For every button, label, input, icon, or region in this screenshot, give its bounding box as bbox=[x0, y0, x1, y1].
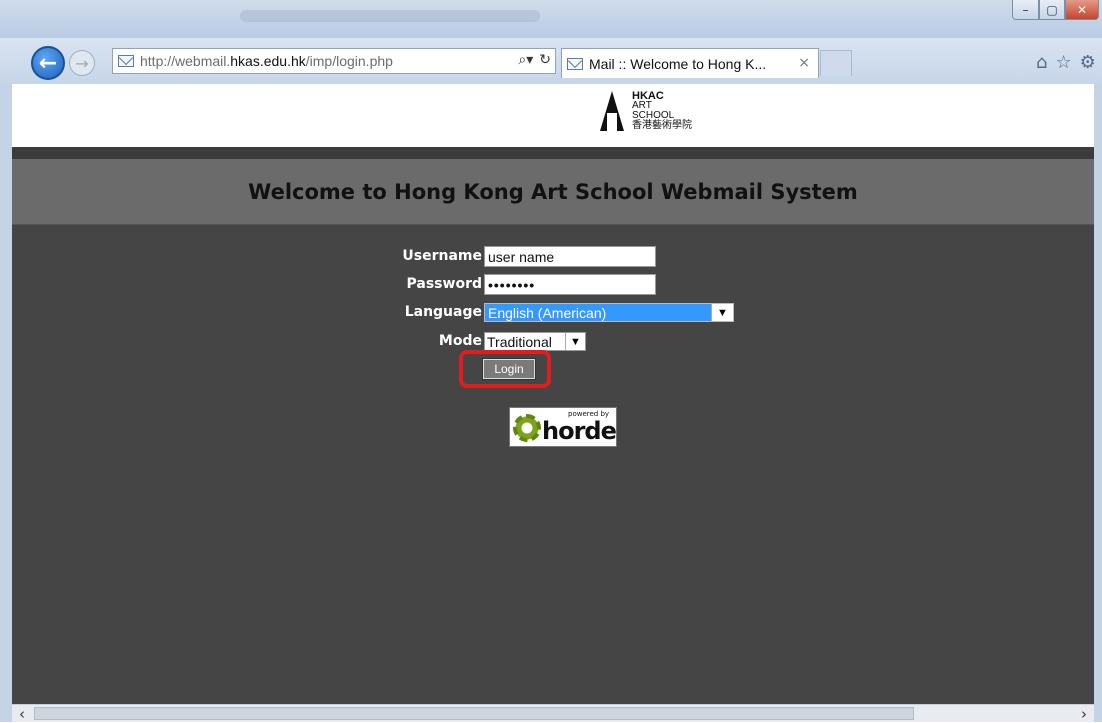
school-logo: HKAC ART SCHOOL 香港藝術學院 bbox=[598, 91, 692, 131]
tab-webmail[interactable]: Mail :: Welcome to Hong K... × bbox=[561, 48, 819, 78]
gear-icon[interactable]: ⚙ bbox=[1080, 52, 1096, 73]
page-title: Welcome to Hong Kong Art School Webmail … bbox=[248, 179, 858, 204]
star-icon[interactable]: ☆ bbox=[1055, 52, 1071, 73]
window-title-blurred bbox=[240, 10, 540, 22]
home-icon[interactable]: ⌂ bbox=[1036, 52, 1047, 73]
mode-label: Mode bbox=[438, 333, 482, 349]
url-prefix: http://webmail. bbox=[140, 53, 231, 69]
mode-row: Mode bbox=[382, 330, 482, 352]
browser-window: – ▢ ✕ ← → http://webmail.hkas.edu.hk/imp… bbox=[0, 0, 1102, 723]
minimize-button[interactable]: – bbox=[1012, 0, 1039, 20]
web-page: HKAC ART SCHOOL 香港藝術學院 Welcome to Hong K… bbox=[12, 84, 1094, 704]
password-label: Password bbox=[406, 276, 482, 292]
language-selected-value: English (American) bbox=[488, 304, 607, 321]
chevron-down-icon[interactable]: ▼ bbox=[711, 304, 733, 321]
language-select[interactable]: English (American) ▼ bbox=[484, 303, 734, 322]
scroll-left-icon[interactable]: ‹ bbox=[12, 705, 32, 723]
scroll-right-icon[interactable]: › bbox=[1074, 705, 1094, 723]
mail-favicon-icon bbox=[118, 55, 134, 67]
horde-wordmark: horde bbox=[542, 417, 617, 445]
new-tab-button[interactable] bbox=[820, 50, 852, 76]
title-bar: – ▢ ✕ bbox=[0, 0, 1102, 38]
search-icon[interactable]: ⌕▾ bbox=[518, 52, 533, 68]
tab-title: Mail :: Welcome to Hong K... bbox=[589, 55, 767, 72]
maximize-button[interactable]: ▢ bbox=[1039, 0, 1065, 20]
url-host: hkas.edu.hk bbox=[230, 53, 306, 69]
password-row: Password bbox=[382, 273, 482, 295]
horizontal-scrollbar[interactable]: ‹ › bbox=[12, 704, 1094, 723]
username-input[interactable]: user name bbox=[484, 246, 656, 267]
login-button[interactable]: Login bbox=[482, 358, 536, 380]
welcome-banner: Welcome to Hong Kong Art School Webmail … bbox=[12, 159, 1094, 225]
language-label: Language bbox=[404, 304, 482, 320]
mode-select[interactable]: Traditional ▼ bbox=[484, 332, 586, 351]
logo-a-icon bbox=[598, 91, 626, 131]
powered-by-horde-logo[interactable]: powered by horde bbox=[509, 407, 617, 447]
url-path: /imp/login.php bbox=[305, 53, 393, 69]
url-text[interactable]: http://webmail.hkas.edu.hk/imp/login.php bbox=[140, 53, 393, 69]
password-input[interactable]: •••••••• bbox=[484, 274, 656, 295]
forward-arrow-icon: → bbox=[75, 53, 89, 73]
scroll-thumb[interactable] bbox=[34, 707, 914, 720]
horde-gear-icon bbox=[513, 414, 541, 442]
tab-close-icon[interactable]: × bbox=[798, 55, 810, 71]
logo-banner: HKAC ART SCHOOL 香港藝術學院 bbox=[12, 84, 1094, 147]
navigation-bar: ← → http://webmail.hkas.edu.hk/imp/login… bbox=[0, 38, 1102, 84]
address-bar[interactable]: http://webmail.hkas.edu.hk/imp/login.php… bbox=[112, 48, 556, 74]
chevron-down-icon[interactable]: ▼ bbox=[565, 333, 585, 350]
forward-button[interactable]: → bbox=[69, 50, 95, 76]
tab-mail-icon bbox=[567, 57, 583, 70]
username-label: Username bbox=[402, 248, 482, 264]
close-window-button[interactable]: ✕ bbox=[1065, 0, 1099, 20]
logo-line-4: 香港藝術學院 bbox=[632, 120, 692, 131]
username-row: Username bbox=[382, 245, 482, 267]
language-row: Language bbox=[382, 301, 482, 323]
back-button[interactable]: ← bbox=[31, 46, 65, 80]
mode-selected-value: Traditional bbox=[487, 333, 552, 350]
header-stripe bbox=[12, 147, 1094, 159]
back-arrow-icon: ← bbox=[38, 50, 58, 76]
refresh-icon[interactable]: ↻ bbox=[539, 52, 551, 68]
